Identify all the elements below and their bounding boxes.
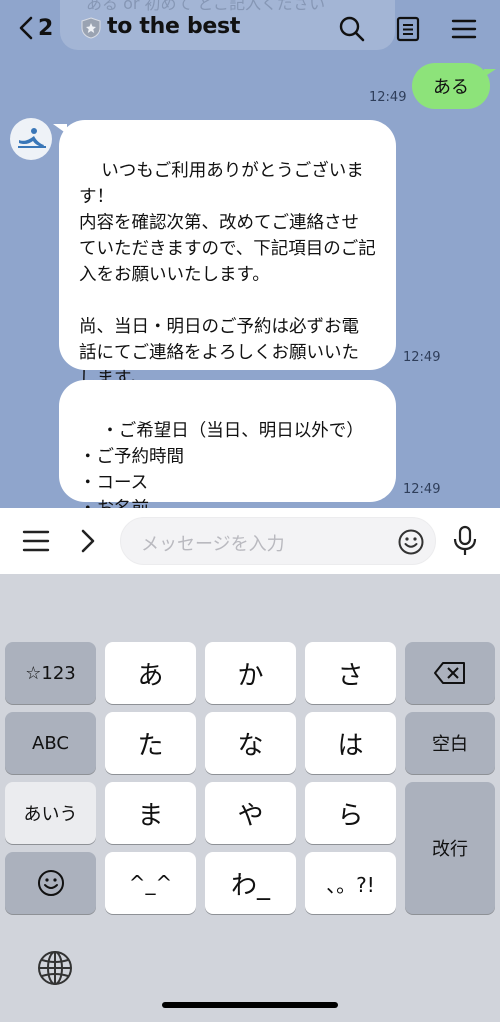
key-label: ABC — [32, 732, 69, 754]
backspace-key[interactable] — [405, 642, 495, 704]
key-numbers[interactable]: ☆123 — [5, 642, 96, 704]
key-ma[interactable]: ま — [105, 782, 196, 844]
search-icon[interactable] — [337, 14, 367, 44]
key-wa[interactable]: わ_ — [205, 852, 296, 914]
yoga-figure-icon — [18, 128, 46, 148]
microphone-icon[interactable] — [452, 525, 478, 557]
emoji-key[interactable] — [5, 852, 96, 914]
key-na[interactable]: な — [205, 712, 296, 774]
message-time: 12:49 — [369, 90, 407, 105]
key-kaomoji[interactable]: ^_^ — [105, 852, 196, 914]
chat-area: ある or 初めて どご記入ください 2 to the best 12:49 あ… — [0, 0, 500, 508]
key-ya[interactable]: や — [205, 782, 296, 844]
sent-message-text: ある — [433, 77, 469, 98]
return-key[interactable]: 改行 — [405, 782, 495, 914]
message-input-bar: メッセージを入力 — [0, 508, 500, 574]
key-label: あ — [137, 660, 164, 691]
key-label: ま — [137, 800, 164, 831]
key-ha[interactable]: は — [305, 712, 396, 774]
japanese-keyboard: ☆123 あ か さ ABC た な は 空白 あいう ま や ら 改行 ^_^… — [0, 574, 500, 1022]
chat-header: 2 to the best — [0, 0, 500, 56]
key-abc[interactable]: ABC — [5, 712, 96, 774]
key-label: は — [337, 730, 364, 761]
key-label: 改行 — [432, 839, 468, 860]
key-label: ら — [337, 800, 364, 831]
key-label: さ — [337, 660, 364, 691]
key-label: 、。?! — [326, 872, 375, 897]
key-ra[interactable]: ら — [305, 782, 396, 844]
chevron-right-icon[interactable] — [78, 528, 98, 554]
chat-title[interactable]: to the best — [107, 14, 240, 39]
key-label: 空白 — [432, 734, 468, 755]
space-key[interactable]: 空白 — [405, 712, 495, 774]
home-indicator[interactable] — [162, 1002, 338, 1008]
key-label: か — [237, 660, 264, 691]
globe-icon[interactable] — [37, 950, 73, 986]
key-a[interactable]: あ — [105, 642, 196, 704]
key-label: た — [137, 730, 164, 761]
key-ka[interactable]: か — [205, 642, 296, 704]
key-label: ^_^ — [128, 871, 173, 895]
received-message-bubble[interactable]: いつもご利用ありがとうございます！ 内容を確認次第、改めてご連絡させていただきま… — [53, 120, 396, 389]
shield-icon — [81, 17, 101, 39]
chevron-left-icon — [19, 16, 33, 40]
menu-icon[interactable] — [449, 14, 479, 44]
backspace-icon — [434, 662, 465, 684]
key-punctuation[interactable]: 、。?! — [305, 852, 396, 914]
notes-icon[interactable] — [393, 14, 423, 44]
back-button[interactable]: 2 — [18, 14, 62, 42]
key-label: あいう — [23, 804, 78, 825]
key-label: な — [237, 730, 264, 761]
key-label: ☆123 — [25, 662, 76, 684]
hamburger-icon[interactable] — [22, 528, 50, 554]
avatar[interactable] — [10, 118, 52, 160]
message-time: 12:49 — [403, 350, 441, 365]
emoji-icon[interactable] — [397, 528, 425, 556]
key-label: や — [237, 800, 264, 831]
message-input[interactable]: メッセージを入力 — [120, 517, 436, 565]
key-ta[interactable]: た — [105, 712, 196, 774]
key-sa[interactable]: さ — [305, 642, 396, 704]
message-input-placeholder: メッセージを入力 — [141, 534, 285, 555]
received-message-bubble[interactable]: ・ご希望日（当日、明日以外で） ・ご予約時間 ・コース ・お名前 — [59, 380, 396, 508]
emoji-face-icon — [37, 870, 64, 896]
received-message-text: ・ご希望日（当日、明日以外で） ・ご予約時間 ・コース ・お名前 — [79, 421, 364, 508]
key-label: わ_ — [230, 870, 270, 901]
message-time: 12:49 — [403, 482, 441, 497]
unread-count: 2 — [38, 15, 54, 41]
sent-message-bubble[interactable]: ある — [412, 63, 496, 109]
key-hiragana-mode[interactable]: あいう — [5, 782, 96, 844]
received-message-text: いつもご利用ありがとうございます！ 内容を確認次第、改めてご連絡させていただきま… — [79, 161, 376, 389]
